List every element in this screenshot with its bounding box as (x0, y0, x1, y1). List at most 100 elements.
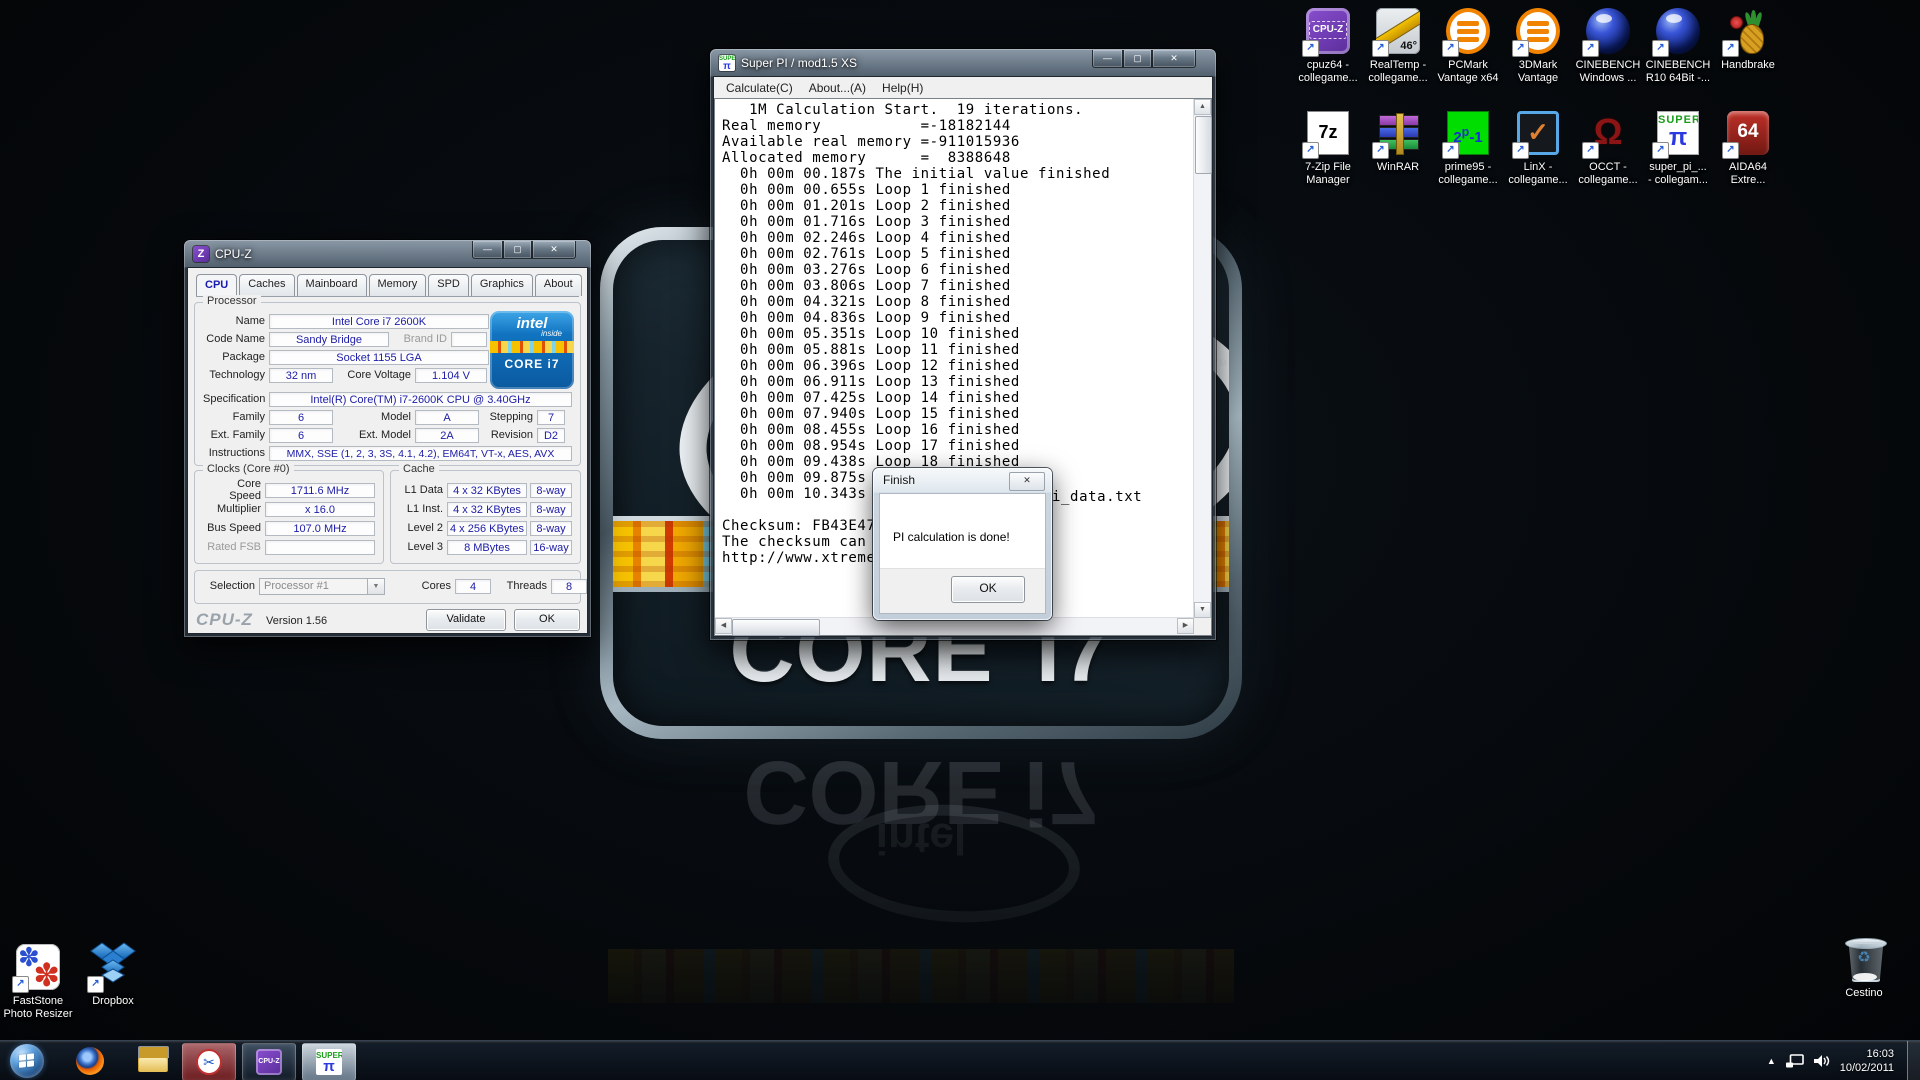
recycle-bin-icon: ♻ (1840, 934, 1888, 984)
network-tray-icon[interactable] (1786, 1054, 1804, 1068)
shortcut-arrow-icon: ↗ (1722, 40, 1739, 57)
log-line: 0h 00m 07.940s Loop 15 finished (722, 406, 1194, 422)
clock-time: 16:03 (1840, 1047, 1894, 1061)
desktop-icon-handbrake[interactable]: ↗ Handbrake (1713, 6, 1783, 72)
cores-value: 4 (455, 579, 491, 594)
log-line-tail: i_data.txt (1052, 489, 1142, 505)
finish-dialog-title: Finish (883, 473, 915, 487)
desktop-icon-faststone[interactable]: ✽✽ ↗ FastStonePhoto Resizer (3, 942, 73, 1021)
cpuz-logo: CPU-Z (196, 610, 253, 630)
superpi-app-icon: SUPERπ (719, 55, 735, 71)
cpuz-client-area: CPU Caches Mainboard Memory SPD Graphics… (188, 268, 587, 633)
taskbar-cpuz-button[interactable]: CPU-Z (242, 1043, 296, 1080)
cpuz-tab-memory[interactable]: Memory (369, 274, 427, 296)
field-label: Name (203, 315, 269, 327)
cpuz-clocks-group: Clocks (Core #0) Core Speed 1711.6 MHz M… (194, 470, 384, 564)
cpuz-ok-button[interactable]: OK (514, 609, 580, 631)
superpi-maximize-button[interactable]: ▢ (1123, 50, 1152, 68)
desktop-icon-recycle-bin[interactable]: ♻ Cestino (1829, 934, 1899, 1000)
tray-expand-arrow[interactable]: ▲ (1767, 1056, 1776, 1066)
log-line: 0h 00m 01.716s Loop 3 finished (722, 214, 1194, 230)
taskbar-explorer-button[interactable] (138, 1047, 168, 1072)
menu-about[interactable]: About...(A) (801, 79, 874, 97)
cpuz-tab-about[interactable]: About (535, 274, 582, 296)
cpuz-maximize-button[interactable]: ▢ (503, 241, 532, 259)
log-line: 0h 00m 05.351s Loop 10 finished (722, 326, 1194, 342)
ext-model-value: 2A (415, 428, 479, 443)
shortcut-arrow-icon: ↗ (1302, 40, 1319, 57)
finish-dialog-ok-button[interactable]: OK (951, 576, 1025, 603)
desktop-icon-pcmark[interactable]: ↗ PCMarkVantage x64 (1433, 6, 1503, 85)
desktop-icon-dropbox[interactable]: ↗ Dropbox (78, 942, 148, 1008)
taskbar-firefox-button[interactable] (76, 1047, 104, 1075)
start-button[interactable] (10, 1044, 44, 1078)
clock-date: 10/02/2011 (1840, 1061, 1894, 1075)
horizontal-scroll-thumb[interactable] (732, 619, 820, 636)
combo-dropdown-arrow[interactable]: ▼ (367, 579, 384, 594)
code-name-value: Sandy Bridge (269, 332, 389, 347)
desktop-icon-linx[interactable]: ✓↗ LinX -collegame... (1503, 108, 1573, 187)
cpuz-minimize-button[interactable]: — (472, 241, 503, 259)
vertical-scroll-thumb[interactable] (1195, 116, 1212, 174)
log-line: Allocated memory = 8388648 (722, 150, 1194, 166)
l1-data-value: 4 x 32 KBytes (447, 483, 527, 498)
volume-tray-icon[interactable] (1814, 1054, 1830, 1068)
shortcut-arrow-icon: ↗ (1512, 142, 1529, 159)
menu-help[interactable]: Help(H) (874, 79, 931, 97)
shortcut-arrow-icon: ↗ (12, 976, 29, 993)
scroll-up-arrow[interactable]: ▲ (1194, 99, 1211, 115)
cpuz-tab-mainboard[interactable]: Mainboard (297, 274, 367, 296)
log-line: 0h 00m 00.655s Loop 1 finished (722, 182, 1194, 198)
instructions-value: MMX, SSE (1, 2, 3, 3S, 4.1, 4.2), EM64T,… (269, 446, 572, 461)
scroll-right-arrow[interactable]: ▶ (1177, 618, 1194, 634)
log-line: 0h 00m 01.201s Loop 2 finished (722, 198, 1194, 214)
finish-dialog-close-button[interactable]: ✕ (1009, 472, 1045, 491)
bus-speed-value: 107.0 MHz (265, 521, 375, 536)
desktop-icon-7zip[interactable]: 7z↗ 7-Zip FileManager (1293, 108, 1363, 187)
menu-calculate[interactable]: Calculate(C) (718, 79, 801, 97)
l1-inst-way: 8-way (530, 502, 572, 517)
desktop-icon-superpi[interactable]: SUPERπ↗ super_pi_...- collegam... (1643, 108, 1713, 187)
log-line: 0h 00m 03.276s Loop 6 finished (722, 262, 1194, 278)
validate-button[interactable]: Validate (426, 609, 506, 631)
cpuz-tab-cpu[interactable]: CPU (196, 274, 237, 296)
multiplier-value: x 16.0 (265, 502, 375, 517)
cpuz-close-button[interactable]: ✕ (532, 241, 576, 259)
cpu-name-value: Intel Core i7 2600K (269, 314, 489, 329)
vertical-scrollbar[interactable]: ▲ ▼ (1193, 99, 1211, 618)
desktop-icon-cinebench-windows[interactable]: ↗ CINEBENCHWindows ... (1573, 6, 1643, 85)
taskbar-superpi-button[interactable]: SUPERπ (302, 1043, 356, 1080)
log-line: 0h 00m 02.246s Loop 4 finished (722, 230, 1194, 246)
scroll-down-arrow[interactable]: ▼ (1194, 602, 1211, 618)
desktop-icon-3dmark[interactable]: ↗ 3DMarkVantage (1503, 6, 1573, 85)
desktop-icon-winrar[interactable]: ↗ WinRAR (1363, 108, 1433, 174)
superpi-taskbar-icon: SUPERπ (316, 1049, 342, 1075)
log-line: 0h 00m 04.836s Loop 9 finished (722, 310, 1194, 326)
superpi-close-button[interactable]: ✕ (1152, 50, 1196, 68)
windows-flag-icon (19, 1053, 35, 1069)
processor-selection-combo[interactable]: Processor #1 ▼ (259, 578, 385, 595)
show-desktop-button[interactable] (1907, 1041, 1920, 1080)
l1-data-way: 8-way (530, 483, 572, 498)
desktop-icon-realtemp[interactable]: 46°↗ RealTemp -collegame... (1363, 6, 1433, 85)
desktop-icon-cinebench-r10[interactable]: ↗ CINEBENCHR10 64Bit -... (1643, 6, 1713, 85)
desktop-icon-occt[interactable]: Ω↗ OCCT -collegame... (1573, 108, 1643, 187)
taskbar-faststone-button[interactable]: ✂ (182, 1043, 236, 1080)
shortcut-arrow-icon: ↗ (1652, 142, 1669, 159)
desktop-icon-cpuz64[interactable]: CPU-Z↗ cpuz64 -collegame... (1293, 6, 1363, 85)
cpuz-tab-graphics[interactable]: Graphics (471, 274, 533, 296)
log-line: Available real memory =-911015936 (722, 134, 1194, 150)
shortcut-arrow-icon: ↗ (1722, 142, 1739, 159)
scroll-left-arrow[interactable]: ◀ (715, 618, 732, 634)
log-line: Real memory =-18182144 (722, 118, 1194, 134)
taskbar: ✂ CPU-Z SUPERπ ▲ 16:03 10/02/2011 (0, 1040, 1920, 1080)
desktop-icon-aida64[interactable]: 64↗ AIDA64Extre... (1713, 108, 1783, 187)
cpuz-tab-spd[interactable]: SPD (428, 274, 469, 296)
log-line: 0h 00m 05.881s Loop 11 finished (722, 342, 1194, 358)
cpuz-tab-caches[interactable]: Caches (239, 274, 294, 296)
log-line: 0h 00m 03.806s Loop 7 finished (722, 278, 1194, 294)
model-value: A (415, 410, 479, 425)
desktop-icon-prime95[interactable]: 2p-1↗ prime95 -collegame... (1433, 108, 1503, 187)
taskbar-clock[interactable]: 16:03 10/02/2011 (1840, 1047, 1894, 1075)
superpi-minimize-button[interactable]: — (1092, 50, 1123, 68)
